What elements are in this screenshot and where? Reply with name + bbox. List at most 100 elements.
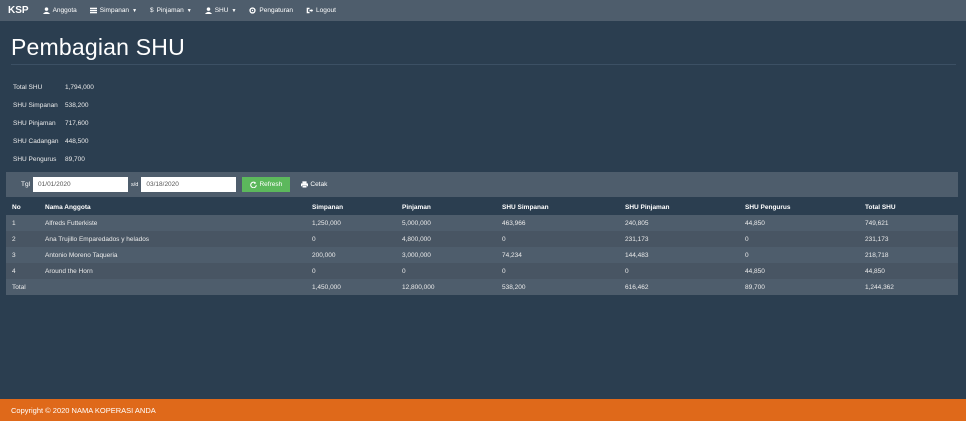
summary-row-shu-pengurus: SHU Pengurus 89,700 bbox=[13, 151, 94, 169]
sd-label: s/d bbox=[131, 181, 139, 188]
nav-item-label: SHU bbox=[214, 7, 229, 14]
table-cell: 538,200 bbox=[502, 283, 526, 291]
table-cell: 1 bbox=[12, 219, 16, 227]
column-header: Total SHU bbox=[865, 203, 896, 211]
tgl-label: Tgl bbox=[21, 181, 31, 188]
nav-item-anggota[interactable]: Anggota bbox=[42, 7, 77, 14]
table-cell: 231,173 bbox=[625, 235, 649, 243]
printer-icon bbox=[301, 181, 309, 188]
gear-icon bbox=[249, 7, 257, 14]
table-cell: 89,700 bbox=[745, 283, 765, 291]
nav-item-pinjaman[interactable]: $ Pinjaman ▼ bbox=[150, 7, 192, 14]
table-cell: 0 bbox=[312, 235, 316, 243]
table-cell: 44,850 bbox=[745, 267, 765, 275]
summary-row-shu-pinjaman: SHU Pinjaman 717,600 bbox=[13, 115, 94, 133]
table-cell: 240,805 bbox=[625, 219, 649, 227]
table-cell: Antonio Moreno Taqueria bbox=[45, 251, 118, 259]
date-from-input[interactable]: 01/01/2020 bbox=[33, 177, 129, 192]
table-cell: 3,000,000 bbox=[402, 251, 431, 259]
table-cell: 463,966 bbox=[502, 219, 526, 227]
nav-item-shu[interactable]: SHU ▼ bbox=[204, 7, 237, 14]
table-cell: Total bbox=[12, 283, 26, 291]
table-cell: 0 bbox=[625, 267, 629, 275]
brand-logo[interactable]: KSP bbox=[8, 5, 29, 16]
dollar-icon: $ bbox=[150, 7, 154, 14]
caret-down-icon: ▼ bbox=[186, 7, 192, 14]
table-cell: 1,244,362 bbox=[865, 283, 894, 291]
table-cell: Around the Horn bbox=[45, 267, 93, 275]
caret-down-icon: ▼ bbox=[231, 7, 237, 14]
summary-row-total-shu: Total SHU 1,794,000 bbox=[13, 79, 94, 97]
column-header: SHU Simpanan bbox=[502, 203, 549, 211]
column-header: No bbox=[12, 203, 21, 211]
nav-item-logout[interactable]: Logout bbox=[306, 7, 336, 14]
table-cell: 0 bbox=[402, 267, 406, 275]
table-cell: 5,000,000 bbox=[402, 219, 431, 227]
table-cell: 0 bbox=[312, 267, 316, 275]
nav-item-pengaturan[interactable]: Pengaturan bbox=[249, 7, 293, 14]
summary-value: 717,600 bbox=[65, 120, 89, 127]
summary-value: 448,500 bbox=[65, 138, 89, 145]
refresh-button[interactable]: Refresh bbox=[242, 177, 291, 192]
date-to-input[interactable]: 03/18/2020 bbox=[141, 177, 237, 192]
table-cell: 616,462 bbox=[625, 283, 649, 291]
table-cell: 12,800,000 bbox=[402, 283, 435, 291]
column-header: SHU Pengurus bbox=[745, 203, 791, 211]
shu-table: No Nama Anggota Simpanan Pinjaman SHU Si… bbox=[6, 199, 958, 295]
table-cell: 200,000 bbox=[312, 251, 336, 259]
logout-icon bbox=[306, 7, 314, 14]
table-cell: 0 bbox=[502, 235, 506, 243]
table-cell: 0 bbox=[745, 251, 749, 259]
title-divider bbox=[11, 64, 956, 65]
table-row: 4 Around the Horn 0 0 0 0 44,850 44,850 bbox=[6, 263, 958, 279]
shu-summary: Total SHU 1,794,000 SHU Simpanan 538,200… bbox=[13, 79, 94, 169]
top-navbar: KSP Anggota Simpanan ▼ $ Pinjaman ▼ SHU … bbox=[0, 0, 966, 21]
summary-value: 89,700 bbox=[65, 156, 85, 163]
summary-label: SHU Pinjaman bbox=[13, 120, 56, 127]
table-cell: 2 bbox=[12, 235, 16, 243]
column-header: SHU Pinjaman bbox=[625, 203, 670, 211]
table-cell: 4,800,000 bbox=[402, 235, 431, 243]
summary-row-shu-simpanan: SHU Simpanan 538,200 bbox=[13, 97, 94, 115]
column-header: Simpanan bbox=[312, 203, 344, 211]
print-label: Cetak bbox=[310, 181, 328, 188]
table-cell: 231,173 bbox=[865, 235, 889, 243]
table-cell: Alfreds Futterkiste bbox=[45, 219, 98, 227]
table-row: 1 Alfreds Futterkiste 1,250,000 5,000,00… bbox=[6, 215, 958, 231]
print-button[interactable]: Cetak bbox=[294, 177, 334, 192]
table-cell: 44,850 bbox=[745, 219, 765, 227]
summary-value: 538,200 bbox=[65, 102, 89, 109]
table-cell: Ana Trujillo Emparedados y helados bbox=[45, 235, 150, 243]
nav-item-label: Simpanan bbox=[99, 7, 130, 14]
table-cell: 218,718 bbox=[865, 251, 889, 259]
summary-row-shu-cadangan: SHU Cadangan 448,500 bbox=[13, 133, 94, 151]
refresh-icon bbox=[250, 181, 258, 188]
copyright-text: Copyright © 2020 NAMA KOPERASI ANDA bbox=[11, 405, 156, 415]
nav-item-label: Logout bbox=[316, 7, 336, 14]
nav-item-label: Pinjaman bbox=[156, 7, 184, 14]
user-icon bbox=[204, 7, 212, 14]
nav-item-simpanan[interactable]: Simpanan ▼ bbox=[89, 7, 138, 14]
table-header-row: No Nama Anggota Simpanan Pinjaman SHU Si… bbox=[6, 199, 958, 215]
table-cell: 1,450,000 bbox=[312, 283, 341, 291]
table-row: 2 Ana Trujillo Emparedados y helados 0 4… bbox=[6, 231, 958, 247]
table-cell: 0 bbox=[502, 267, 506, 275]
table-cell: 4 bbox=[12, 267, 16, 275]
table-cell: 3 bbox=[12, 251, 16, 259]
summary-label: SHU Pengurus bbox=[13, 156, 57, 163]
page-footer: Copyright © 2020 NAMA KOPERASI ANDA bbox=[0, 399, 966, 421]
table-cell: 144,483 bbox=[625, 251, 649, 259]
table-cell: 44,850 bbox=[865, 267, 885, 275]
table-cell bbox=[39, 279, 306, 295]
page-title: Pembagian SHU bbox=[11, 34, 185, 60]
table-cell: 74,234 bbox=[502, 251, 522, 259]
table-total-row: Total 1,450,000 12,800,000 538,200 616,4… bbox=[6, 279, 958, 295]
summary-label: SHU Simpanan bbox=[13, 102, 58, 109]
column-header: Pinjaman bbox=[402, 203, 431, 211]
user-icon bbox=[42, 7, 50, 14]
table-cell: 1,250,000 bbox=[312, 219, 341, 227]
refresh-label: Refresh bbox=[259, 181, 283, 188]
nav-item-label: Anggota bbox=[52, 7, 77, 14]
caret-down-icon: ▼ bbox=[132, 7, 138, 14]
nav-item-label: Pengaturan bbox=[259, 7, 294, 14]
